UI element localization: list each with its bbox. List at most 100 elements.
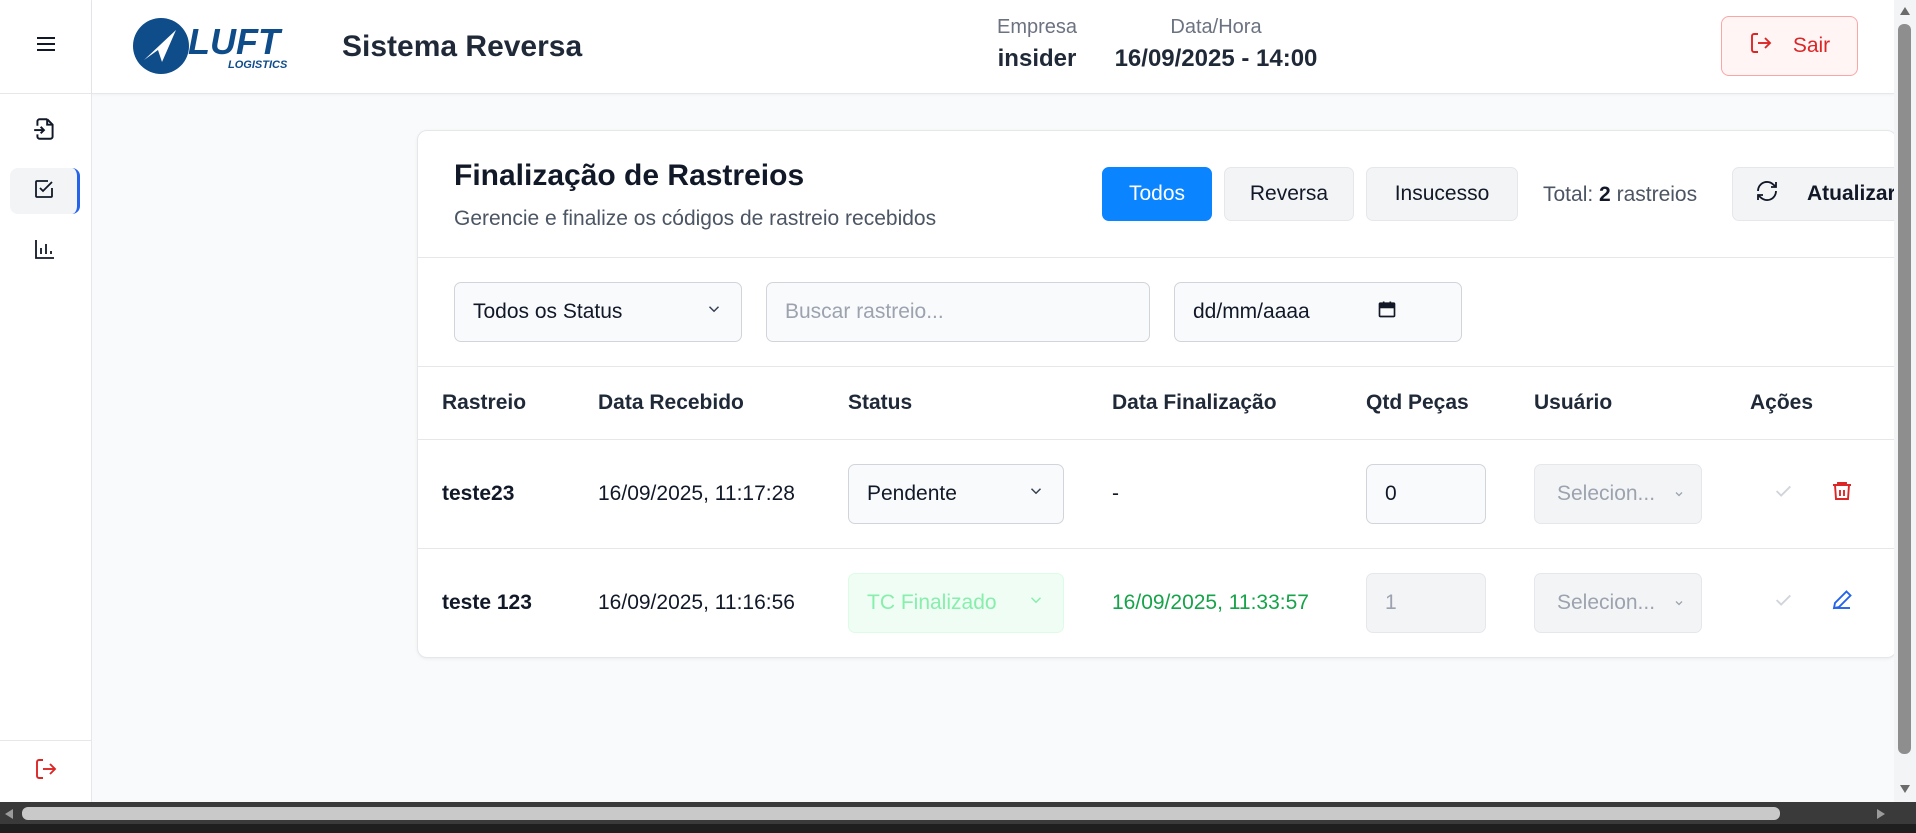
user-select[interactable]: Selecion...	[1534, 463, 1702, 524]
status-filter-select[interactable]: Todos os Status	[454, 282, 742, 342]
chevron-down-icon	[705, 300, 723, 324]
col-rastreio[interactable]: Rastreio	[418, 367, 598, 440]
status-filter-value: Todos os Status	[473, 300, 623, 323]
date-placeholder: dd/mm/aaaa	[1193, 300, 1310, 323]
col-usuario[interactable]: Usuário	[1534, 367, 1750, 440]
cell-rastreio: teste 123	[442, 590, 532, 614]
calendar-icon[interactable]	[1377, 299, 1397, 325]
edit-icon[interactable]	[1830, 588, 1854, 618]
datahora-value: 16/09/2025 - 14:00	[1114, 45, 1318, 72]
sidebar-item-finalizacao[interactable]	[10, 168, 80, 214]
qty-input[interactable]: 1	[1366, 572, 1486, 633]
col-qtd-pecas[interactable]: Qtd Peças	[1366, 367, 1534, 440]
refresh-button[interactable]: Atualizar	[1732, 167, 1896, 221]
col-acoes: Ações	[1750, 367, 1896, 440]
filter-todos-button[interactable]: Todos	[1102, 167, 1212, 221]
trash-icon[interactable]	[1830, 479, 1854, 509]
datahora-block: Data/Hora 16/09/2025 - 14:00	[1100, 16, 1332, 73]
status-value: TC Finalizado	[867, 590, 997, 614]
empresa-block: Empresa insider	[962, 16, 1112, 73]
cell-rastreio: teste23	[418, 439, 598, 549]
scroll-down-arrow-icon[interactable]	[1899, 784, 1911, 794]
app-title: Sistema Reversa	[342, 30, 583, 63]
chevron-down-icon	[1027, 482, 1045, 506]
sidebar	[0, 0, 92, 802]
chevron-down-icon	[1027, 591, 1045, 615]
sidebar-item-import[interactable]	[10, 108, 80, 154]
svg-text:LOGISTICS: LOGISTICS	[228, 59, 288, 71]
refresh-label: Atualizar	[1807, 182, 1896, 205]
cell-status: TC Finalizado	[848, 548, 1112, 657]
row-actions	[1750, 588, 1896, 618]
horizontal-scrollbar[interactable]	[0, 802, 1894, 824]
logout-icon	[1749, 31, 1773, 61]
user-select-value: Selecion...	[1557, 590, 1656, 614]
sidebar-top	[0, 0, 91, 94]
filters-bar: Todos os Status Buscar rastreio... dd/mm…	[418, 258, 1896, 367]
check-square-icon	[32, 177, 56, 206]
cell-acoes	[1750, 548, 1896, 657]
app-root: LUFT LOGISTICS Sistema Reversa Empresa i…	[0, 0, 1916, 833]
logout-icon	[34, 757, 58, 786]
window-bottom-strip	[0, 824, 1916, 833]
total-suffix: rastreios	[1616, 183, 1698, 206]
status-value: Pendente	[867, 481, 957, 505]
cell-data-recebido: 16/09/2025, 11:16:56	[598, 590, 795, 614]
cell-qtd: 0	[1366, 439, 1534, 549]
menu-icon[interactable]	[35, 35, 57, 58]
sidebar-logout[interactable]	[0, 740, 92, 802]
total-number: 2	[1599, 183, 1611, 206]
confirm-check-icon[interactable]	[1772, 589, 1794, 617]
search-input[interactable]: Buscar rastreio...	[766, 282, 1150, 342]
tracking-card: Finalização de Rastreios Gerencie e fina…	[417, 130, 1897, 658]
svg-text:LUFT: LUFT	[188, 21, 283, 62]
total-prefix: Total:	[1543, 183, 1594, 206]
logout-button[interactable]: Sair	[1721, 16, 1858, 76]
col-data-recebido[interactable]: Data Recebido	[598, 367, 848, 440]
scroll-left-arrow-icon[interactable]	[4, 808, 14, 820]
sidebar-item-relatorios[interactable]	[10, 228, 80, 274]
table-row: teste 123 16/09/2025, 11:16:56 TC Finali…	[418, 548, 1896, 657]
confirm-check-icon[interactable]	[1772, 480, 1794, 508]
row-actions	[1750, 479, 1896, 509]
filter-reversa-button[interactable]: Reversa	[1224, 167, 1354, 221]
user-select-value: Selecion...	[1557, 481, 1656, 505]
scrollbar-corner	[1894, 802, 1916, 824]
empresa-label: Empresa	[996, 16, 1078, 38]
page-subtitle: Gerencie e finalize os códigos de rastre…	[454, 207, 937, 230]
cell-acoes	[1750, 439, 1896, 549]
date-filter-input[interactable]: dd/mm/aaaa	[1174, 282, 1462, 342]
table-row: teste23 16/09/2025, 11:17:28 Pendente - …	[418, 439, 1896, 549]
filter-insucesso-button[interactable]: Insucesso	[1366, 167, 1518, 221]
card-header: Finalização de Rastreios Gerencie e fina…	[418, 131, 1896, 258]
vertical-scrollbar[interactable]	[1894, 0, 1916, 802]
col-status[interactable]: Status	[848, 367, 1112, 440]
scroll-up-arrow-icon[interactable]	[1899, 6, 1911, 16]
cell-data-recebido: 16/09/2025, 11:17:28	[598, 439, 848, 549]
bar-chart-icon	[33, 237, 57, 266]
status-select[interactable]: Pendente	[848, 463, 1064, 524]
cell-status: Pendente	[848, 439, 1112, 549]
total-count: Total: 2 rastreios	[1543, 183, 1697, 207]
file-import-icon	[32, 116, 58, 147]
cell-data-finalizacao: 16/09/2025, 11:33:57	[1112, 590, 1309, 614]
qty-input[interactable]: 0	[1366, 463, 1486, 524]
chevron-down-icon	[1673, 482, 1685, 506]
col-data-finalizacao[interactable]: Data Finalização	[1112, 367, 1366, 440]
cell-qtd: 1	[1366, 548, 1534, 657]
datahora-label: Data/Hora	[1170, 16, 1262, 38]
luft-logo: LUFT LOGISTICS	[132, 16, 322, 76]
status-select[interactable]: TC Finalizado	[848, 572, 1064, 633]
horizontal-scroll-thumb[interactable]	[22, 807, 1780, 820]
page-title: Finalização de Rastreios	[454, 159, 805, 192]
chevron-down-icon	[1673, 591, 1685, 615]
refresh-icon	[1755, 179, 1779, 209]
top-header: LUFT LOGISTICS Sistema Reversa Empresa i…	[92, 0, 1894, 94]
empresa-value: insider	[997, 45, 1077, 72]
scroll-right-arrow-icon[interactable]	[1876, 808, 1886, 820]
vertical-scroll-thumb[interactable]	[1898, 24, 1911, 754]
user-select[interactable]: Selecion...	[1534, 572, 1702, 633]
table-header-row: Rastreio Data Recebido Status Data Final…	[418, 367, 1896, 440]
cell-usuario: Selecion...	[1534, 439, 1750, 549]
logout-label: Sair	[1792, 34, 1831, 57]
